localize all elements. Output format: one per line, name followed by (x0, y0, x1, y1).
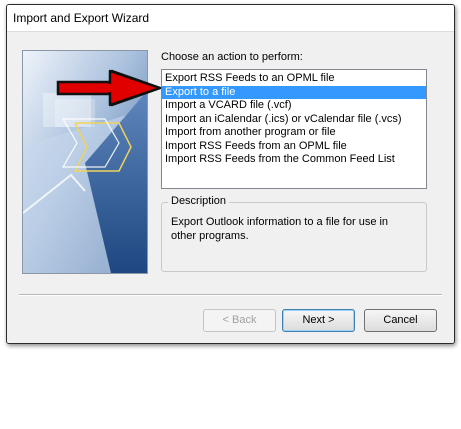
action-list-item[interactable]: Import RSS Feeds from the Common Feed Li… (162, 153, 426, 167)
action-prompt-label: Choose an action to perform: (161, 51, 303, 63)
description-label: Description (168, 195, 230, 207)
action-list-item[interactable]: Export to a file (162, 85, 426, 99)
wizard-banner-image (22, 50, 148, 274)
action-list-item[interactable]: Import RSS Feeds from an OPML file (162, 140, 426, 154)
action-list-item[interactable]: Import from another program or file (162, 126, 426, 140)
action-list-item[interactable]: Import an iCalendar (.ics) or vCalendar … (162, 113, 426, 127)
window-title: Import and Export Wizard (13, 11, 150, 25)
description-text: Export Outlook information to a file for… (171, 216, 389, 242)
action-listbox[interactable]: Export RSS Feeds to an OPML file Export t… (161, 69, 427, 189)
action-list-item[interactable]: Export RSS Feeds to an OPML file (162, 72, 426, 86)
action-list-item[interactable]: Import a VCARD file (.vcf) (162, 99, 426, 113)
footer-separator (19, 294, 442, 296)
title-bar[interactable]: Import and Export Wizard (7, 5, 454, 31)
import-export-wizard-dialog: Import and Export Wizard Choose an actio… (6, 4, 455, 344)
description-groupbox: Description Export Outlook information t… (161, 195, 427, 272)
wizard-graphic (23, 51, 147, 273)
cancel-button[interactable]: Cancel (364, 309, 437, 332)
next-button[interactable]: Next > (282, 309, 355, 332)
dialog-body: Choose an action to perform: Export RSS … (7, 31, 454, 343)
back-button[interactable]: < Back (203, 309, 276, 332)
